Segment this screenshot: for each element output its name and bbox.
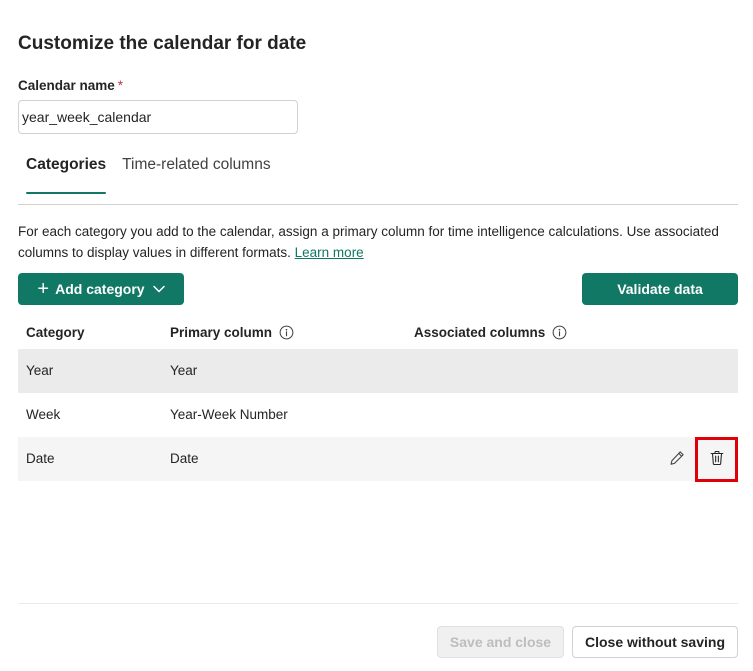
cell-primary-column: Date (170, 451, 199, 466)
trash-icon (708, 449, 726, 470)
cell-category: Date (26, 451, 55, 466)
header-category: Category (26, 325, 85, 340)
dialog-title: Customize the calendar for date (18, 33, 307, 54)
header-associated-columns-label: Associated columns (414, 325, 546, 340)
cell-category: Year (26, 363, 54, 378)
calendar-name-input[interactable] (18, 100, 298, 134)
description-text: For each category you add to the calenda… (18, 224, 719, 260)
tab-categories[interactable]: Categories (18, 150, 114, 194)
calendar-name-label: Calendar name * (18, 78, 123, 93)
pencil-icon (668, 449, 686, 470)
header-primary-column-label: Primary column (170, 325, 273, 340)
footer-divider (18, 603, 738, 604)
row-actions (659, 436, 738, 482)
calendar-name-label-text: Calendar name (18, 78, 115, 93)
table-header: Category Primary column Associated colum… (18, 316, 738, 349)
table-row[interactable]: Week Year-Week Number (18, 393, 738, 437)
tab-time-related-columns[interactable]: Time-related columns (114, 150, 278, 190)
close-without-saving-button[interactable]: Close without saving (572, 626, 738, 658)
required-marker: * (117, 78, 124, 93)
table-row[interactable]: Date Date (18, 436, 738, 482)
add-category-button[interactable]: + Add category (18, 273, 184, 305)
info-icon[interactable] (279, 325, 294, 340)
header-primary-column: Primary column (170, 325, 294, 340)
chevron-down-icon (152, 285, 165, 293)
header-category-label: Category (26, 325, 85, 340)
edit-button[interactable] (659, 437, 695, 481)
tab-divider (18, 204, 738, 205)
cell-primary-column: Year-Week Number (170, 407, 288, 422)
cell-primary-column: Year (170, 363, 198, 378)
table-row[interactable]: Year Year (18, 349, 738, 393)
plus-icon: + (37, 278, 50, 300)
cell-category: Week (26, 407, 61, 422)
add-category-label: Add category (55, 281, 145, 297)
delete-button[interactable] (695, 436, 738, 482)
tab-list: Categories Time-related columns (18, 150, 279, 194)
header-associated-columns: Associated columns (414, 325, 567, 340)
info-icon[interactable] (552, 325, 567, 340)
description: For each category you add to the calenda… (18, 221, 740, 263)
categories-table: Category Primary column Associated colum… (18, 316, 738, 482)
learn-more-link[interactable]: Learn more (295, 245, 364, 260)
save-and-close-button[interactable]: Save and close (437, 626, 564, 658)
validate-data-button[interactable]: Validate data (582, 273, 738, 305)
